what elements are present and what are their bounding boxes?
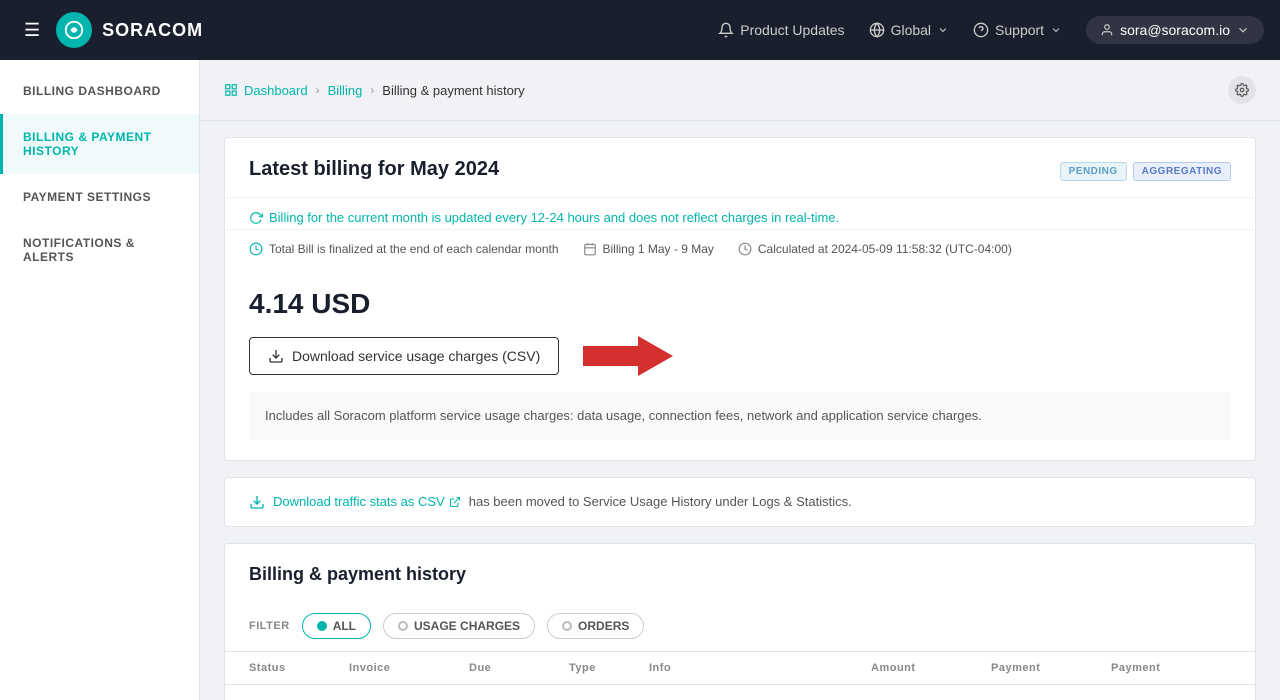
- download-csv-button[interactable]: Download service usage charges (CSV): [249, 337, 559, 375]
- traffic-card: Download traffic stats as CSV has been m…: [224, 477, 1256, 527]
- col-amount: Amount: [871, 662, 991, 674]
- breadcrumb-current: Billing & payment history: [382, 83, 524, 98]
- globe-icon: [869, 22, 885, 38]
- traffic-message: has been moved to Service Usage History …: [469, 494, 852, 509]
- header: ☰ SORACOM Product Updates Global Support…: [0, 0, 1280, 60]
- calculated-at-text: Calculated at 2024-05-09 11:58:32 (UTC-0…: [758, 242, 1012, 256]
- sidebar-item-billing-dashboard[interactable]: BILLING DASHBOARD: [0, 68, 199, 114]
- product-updates-nav[interactable]: Product Updates: [718, 22, 844, 38]
- total-bill-note: Total Bill is finalized at the end of ea…: [249, 242, 559, 256]
- filter-all-label: ALL: [333, 619, 356, 633]
- traffic-stats-link[interactable]: Download traffic stats as CSV: [273, 494, 461, 509]
- logo-icon: [56, 12, 92, 48]
- download-btn-label: Download service usage charges (CSV): [292, 348, 540, 364]
- bell-icon: [718, 22, 734, 38]
- includes-text-box: Includes all Soracom platform service us…: [249, 392, 1231, 440]
- filter-all-dot: [317, 621, 327, 631]
- chevron-down-icon-2: [1050, 24, 1062, 36]
- breadcrumb-sep-1: ›: [316, 83, 320, 97]
- breadcrumb-billing[interactable]: Billing: [328, 83, 363, 98]
- main-content: Dashboard › Billing › Billing & payment …: [200, 60, 1280, 700]
- support-nav[interactable]: Support: [973, 22, 1062, 38]
- billing-title: Latest billing for May 2024: [249, 158, 499, 181]
- aggregating-badge: AGGREGATING: [1133, 162, 1231, 181]
- traffic-link-text: Download traffic stats as CSV: [273, 494, 445, 509]
- history-title: Billing & payment history: [225, 544, 1255, 601]
- billing-card: Latest billing for May 2024 PENDING AGGR…: [224, 137, 1256, 461]
- info-message-link[interactable]: Billing for the current month is updated…: [269, 210, 839, 225]
- info-message: Billing for the current month is updated…: [249, 210, 1231, 225]
- layout: BILLING DASHBOARD BILLING & PAYMENT HIST…: [0, 60, 1280, 700]
- settings-icon-button[interactable]: [1228, 76, 1256, 104]
- clock-icon: [249, 242, 263, 256]
- global-nav[interactable]: Global: [869, 22, 949, 38]
- menu-toggle[interactable]: ☰: [16, 12, 48, 49]
- product-updates-label: Product Updates: [740, 22, 844, 38]
- info-message-row: Billing for the current month is updated…: [225, 198, 1255, 230]
- calculated-at: Calculated at 2024-05-09 11:58:32 (UTC-0…: [738, 242, 1012, 256]
- support-label: Support: [995, 22, 1044, 38]
- settings-icon: [1235, 83, 1249, 97]
- filter-label: FILTER: [249, 620, 290, 632]
- logo-text: SORACOM: [102, 20, 203, 41]
- calendar-icon: [583, 242, 597, 256]
- billing-period: Billing 1 May - 9 May: [583, 242, 714, 256]
- page-content: Latest billing for May 2024 PENDING AGGR…: [200, 121, 1280, 700]
- download-icon: [268, 348, 284, 364]
- red-arrow-shape: [583, 336, 673, 376]
- user-menu-button[interactable]: sora@soracom.io: [1086, 16, 1264, 44]
- breadcrumb-dashboard-label: Dashboard: [244, 83, 308, 98]
- download-icon-2: [249, 494, 265, 510]
- breadcrumb-sep-2: ›: [370, 83, 374, 97]
- external-link-icon: [449, 496, 461, 508]
- col-type: Type: [569, 662, 649, 674]
- billing-period-text: Billing 1 May - 9 May: [603, 242, 714, 256]
- col-payment-1: Payment: [991, 662, 1111, 674]
- col-invoice: Invoice: [349, 662, 469, 674]
- filter-usage-label: USAGE CHARGES: [414, 619, 520, 633]
- col-due: Due: [469, 662, 569, 674]
- badge-row: PENDING AGGREGATING: [1060, 162, 1231, 181]
- pending-badge: PENDING: [1060, 162, 1127, 181]
- col-status: Status: [249, 662, 349, 674]
- breadcrumb-dashboard[interactable]: Dashboard: [224, 83, 308, 98]
- total-bill-text: Total Bill is finalized at the end of ea…: [269, 242, 559, 256]
- sidebar: BILLING DASHBOARD BILLING & PAYMENT HIST…: [0, 60, 200, 700]
- billing-meta: Total Bill is finalized at the end of ea…: [225, 230, 1255, 268]
- billing-amount: 4.14 USD: [249, 288, 370, 319]
- col-info: Info: [649, 662, 871, 674]
- chevron-down-icon: [937, 24, 949, 36]
- help-circle-icon: [973, 22, 989, 38]
- refresh-icon: [249, 211, 263, 225]
- filter-usage-charges-button[interactable]: USAGE CHARGES: [383, 613, 535, 639]
- filter-orders-label: ORDERS: [578, 619, 629, 633]
- filter-orders-button[interactable]: ORDERS: [547, 613, 644, 639]
- sidebar-item-payment-settings[interactable]: PAYMENT SETTINGS: [0, 174, 199, 220]
- filter-bar: FILTER ALL USAGE CHARGES ORDERS: [225, 601, 1255, 652]
- user-chevron-icon: [1236, 23, 1250, 37]
- table-body-placeholder: [225, 685, 1255, 700]
- download-section: Download service usage charges (CSV): [225, 320, 1255, 392]
- breadcrumb: Dashboard › Billing › Billing & payment …: [200, 60, 1280, 121]
- filter-orders-dot: [562, 621, 572, 631]
- sidebar-item-notifications-alerts[interactable]: NOTIFICATIONS & ALERTS: [0, 220, 199, 280]
- user-email: sora@soracom.io: [1120, 22, 1230, 38]
- global-label: Global: [891, 22, 931, 38]
- billing-card-header: Latest billing for May 2024 PENDING AGGR…: [225, 138, 1255, 198]
- logo-area: SORACOM: [56, 12, 203, 48]
- breadcrumb-billing-label: Billing: [328, 83, 363, 98]
- grid-icon: [224, 83, 238, 97]
- header-nav: Product Updates Global Support sora@sora…: [718, 16, 1264, 44]
- includes-text: Includes all Soracom platform service us…: [265, 408, 982, 423]
- time-icon: [738, 242, 752, 256]
- amount-section: 4.14 USD: [225, 268, 1255, 320]
- history-card: Billing & payment history FILTER ALL USA…: [224, 543, 1256, 700]
- sidebar-item-billing-payment-history[interactable]: BILLING & PAYMENT HISTORY: [0, 114, 199, 174]
- col-payment-2: Payment: [1111, 662, 1231, 674]
- user-icon: [1100, 23, 1114, 37]
- table-header: Status Invoice Due Type Info Amount Paym…: [225, 652, 1255, 685]
- filter-usage-dot: [398, 621, 408, 631]
- filter-all-button[interactable]: ALL: [302, 613, 371, 639]
- red-arrow: [583, 336, 673, 376]
